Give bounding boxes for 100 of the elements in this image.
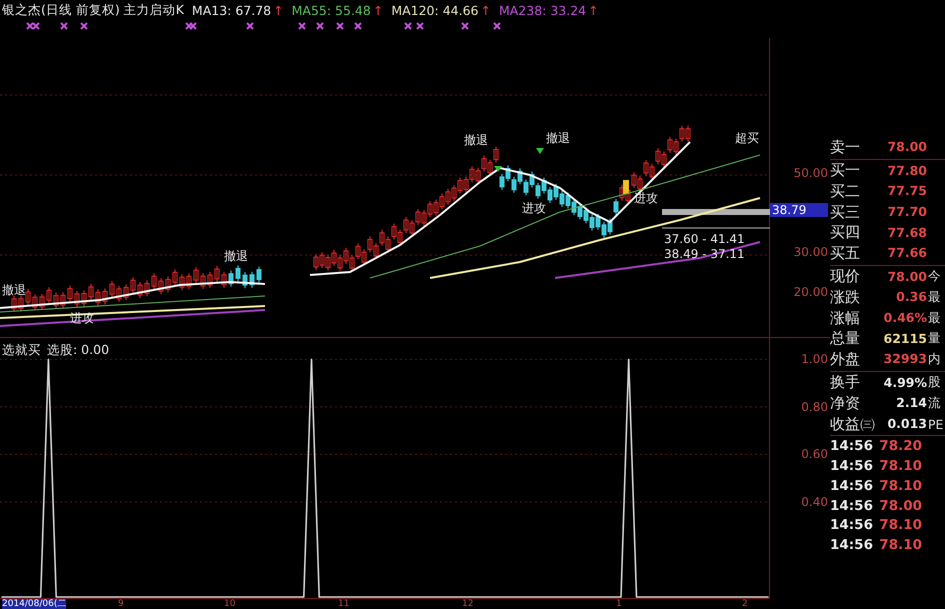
- stat-value: 62115: [882, 330, 927, 347]
- price-axis-label: 50.00: [794, 166, 828, 180]
- candlestick: [12, 295, 16, 312]
- order-price: 77.80: [886, 162, 927, 179]
- candlestick: [32, 294, 38, 311]
- stat-value: 78.00: [886, 268, 927, 285]
- candlestick: [102, 288, 108, 305]
- candlestick: [130, 276, 136, 294]
- chart-title: 银之杰(日线 前复权) 主力启动K: [2, 2, 184, 18]
- candlestick: [60, 292, 66, 309]
- cross-mark-icon: [416, 22, 424, 30]
- candlestick: [110, 280, 114, 298]
- candlestick: [250, 271, 254, 288]
- order-book-label: 买一: [830, 161, 861, 180]
- stat-label: 涨幅: [830, 308, 861, 328]
- stat-label: 现价: [830, 267, 861, 286]
- candlestick: [172, 268, 178, 286]
- stat-value: 0.46%: [882, 310, 927, 326]
- trade-time: 14:56: [830, 438, 874, 454]
- up-arrow: ↑: [480, 2, 491, 18]
- cross-mark-icon: [60, 22, 68, 30]
- candlestick: [144, 280, 150, 297]
- down-arrow-icon: [494, 166, 502, 172]
- stat-value: 4.99%: [882, 374, 927, 391]
- indicator-value: MA55: 55.48: [292, 2, 371, 18]
- price-axis-label: 30.00: [794, 245, 828, 259]
- axis-label: 0.60: [801, 447, 828, 462]
- chart-annotation: 撤退: [2, 283, 26, 297]
- axis-label: 1.00: [801, 352, 828, 366]
- candlestick: [116, 285, 122, 302]
- cross-mark-icon: [404, 22, 412, 30]
- stat-label: 流: [927, 394, 942, 412]
- trade-price: 78.10: [878, 478, 922, 494]
- candlestick: [88, 283, 94, 300]
- trade-price: 78.10: [878, 537, 922, 554]
- trade-time: 14:56: [830, 458, 874, 474]
- candlestick: [74, 290, 80, 308]
- order-book-label: 买五: [830, 244, 861, 263]
- axis-tick-label: 11: [338, 599, 350, 609]
- trade-price: 78.00: [878, 498, 922, 514]
- stat-label: 收益㈢: [830, 414, 876, 434]
- order-book-label: 买三: [830, 202, 861, 222]
- order-price: 78.00: [886, 139, 927, 156]
- stat-label: 最: [927, 310, 942, 327]
- stat-value: 32993: [882, 351, 927, 368]
- order-price: 77.68: [886, 224, 927, 241]
- axis-tick-label: 1: [616, 599, 622, 609]
- order-price: 77.70: [886, 204, 927, 220]
- candlestick: [68, 285, 72, 302]
- trade-price: 78.10: [878, 458, 922, 474]
- cross-mark-icon: [336, 22, 344, 30]
- stat-label: 外盘: [830, 350, 861, 369]
- chart-annotation: 撤退: [464, 133, 488, 147]
- stat-label: 换手: [830, 373, 861, 392]
- stat-label: 总量: [830, 329, 861, 348]
- stat-value: 0.36: [895, 289, 927, 306]
- trade-time: 14:56: [830, 478, 874, 494]
- stat-value: 2.14: [895, 395, 927, 412]
- chart-annotation: 进攻: [522, 201, 546, 215]
- indicator-value: MA120: 44.66: [391, 2, 478, 18]
- candlestick: [152, 272, 156, 290]
- stat-label: PE: [927, 416, 944, 432]
- axis-label: 0.80: [801, 400, 828, 414]
- order-book-label: 买二: [830, 182, 861, 201]
- trade-time: 14:56: [830, 537, 874, 554]
- cross-mark-icon: [298, 22, 306, 30]
- candlestick: [256, 266, 262, 284]
- axis-tick-label: 9: [118, 599, 124, 609]
- trade-price: 78.20: [878, 438, 922, 454]
- candlestick: [82, 290, 86, 307]
- axis-tick-label: 2: [742, 599, 748, 609]
- chart-annotation: 超买: [735, 131, 759, 145]
- candlestick: [194, 266, 198, 284]
- stat-value: 0.013: [886, 416, 927, 432]
- down-arrow-icon: [536, 148, 544, 154]
- order-book-label: 买四: [830, 223, 861, 242]
- indicator-value: MA13: 67.78: [192, 2, 272, 18]
- candlestick: [18, 295, 24, 312]
- cross-mark-icon: [316, 22, 324, 30]
- candlestick: [200, 272, 206, 290]
- chart-annotation: 撤退: [224, 249, 248, 263]
- candlestick: [236, 264, 240, 282]
- candlestick: [166, 276, 170, 293]
- candlestick: [214, 265, 220, 282]
- price-axis-label: 20.00: [794, 285, 828, 299]
- date-label: 2014/08/06(二: [2, 599, 66, 609]
- candlestick: [40, 293, 44, 310]
- axis-tick-label: 12: [462, 599, 474, 609]
- axis-tick-label: 10: [224, 599, 236, 609]
- candlestick: [96, 288, 100, 306]
- indicator-value: MA238: 33.24: [498, 2, 586, 18]
- chart-annotation: 撤退: [546, 131, 570, 145]
- trade-time: 14:56: [830, 498, 874, 514]
- stat-label: 量: [927, 330, 942, 348]
- candlestick: [158, 278, 164, 295]
- trade-time: 14:56: [830, 517, 874, 534]
- cross-mark-icon: [493, 22, 501, 30]
- indicator-reading: 选股: 0.00: [47, 342, 110, 359]
- candlestick: [242, 272, 248, 289]
- stat-label: 股: [927, 374, 942, 392]
